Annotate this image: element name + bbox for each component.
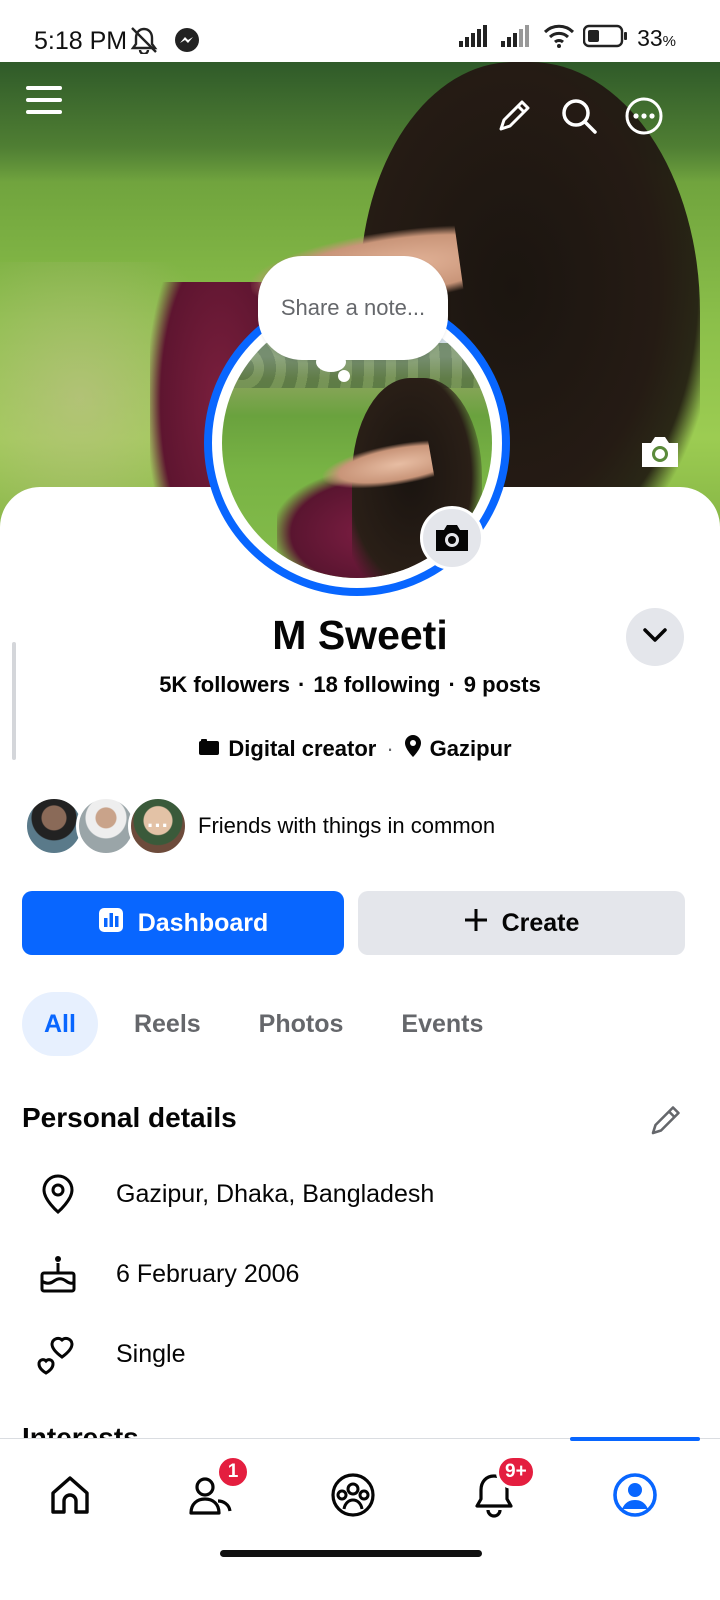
dashboard-label: Dashboard <box>137 908 269 937</box>
following-count[interactable]: 18 following <box>313 672 440 697</box>
friends-icon[interactable]: 1 <box>182 1455 250 1525</box>
mute-icon <box>128 26 160 59</box>
home-icon[interactable] <box>40 1465 100 1525</box>
battery-icon <box>582 24 629 53</box>
bottom-navigation: 1 9+ <box>0 1437 720 1600</box>
chevron-down-icon <box>642 627 668 648</box>
tab-photos[interactable]: Photos <box>237 992 366 1056</box>
detail-relationship: Single <box>36 1332 186 1376</box>
active-tab-indicator <box>570 1437 700 1441</box>
avatar <box>76 796 136 856</box>
detail-location-text: Gazipur, Dhaka, Bangladesh <box>116 1179 435 1208</box>
pencil-icon[interactable] <box>490 92 538 140</box>
friends-in-common[interactable]: ··· Friends with things in common <box>24 796 495 856</box>
profile-stats: 5K followers · 18 following · 9 posts <box>159 672 541 697</box>
edit-details-pencil-icon[interactable] <box>648 1102 684 1143</box>
more-friends-avatar: ··· <box>128 796 188 856</box>
avatar <box>24 796 84 856</box>
create-label: Create <box>501 908 580 937</box>
battery-percent: 33% <box>637 25 676 51</box>
wifi-icon <box>543 24 575 53</box>
posts-count[interactable]: 9 posts <box>464 672 541 697</box>
status-time: 5:18 PM <box>34 27 128 55</box>
relationship-heart-icon <box>36 1332 80 1376</box>
status-left-icons <box>128 26 200 59</box>
groups-icon[interactable] <box>323 1465 383 1525</box>
plus-icon <box>464 908 488 939</box>
share-note-bubble[interactable]: Share a note... <box>258 256 448 360</box>
profile-category: Digital creator <box>228 736 377 761</box>
notifications-badge: 9+ <box>496 1455 536 1489</box>
tab-all[interactable]: All <box>22 992 98 1056</box>
profile-meta: Digital creator · Gazipur <box>0 734 710 764</box>
home-indicator[interactable] <box>220 1550 482 1557</box>
create-button[interactable]: Create <box>358 891 685 955</box>
location-pin-icon <box>404 734 422 764</box>
share-note-placeholder: Share a note... <box>280 295 426 320</box>
category-icon <box>198 736 220 762</box>
profile-location: Gazipur <box>429 736 512 761</box>
avatar-camera-icon[interactable] <box>420 506 484 570</box>
dashboard-button[interactable]: Dashboard <box>22 891 344 955</box>
status-bar: 5:18 PM 33% <box>0 0 720 62</box>
profile-name: M Sweeti <box>272 612 448 658</box>
followers-count[interactable]: 5K followers <box>159 672 290 697</box>
location-icon <box>36 1172 80 1216</box>
detail-birthday: 6 February 2006 <box>36 1252 299 1296</box>
notifications-icon[interactable]: 9+ <box>464 1455 536 1525</box>
detail-relationship-text: Single <box>116 1339 186 1368</box>
tab-reels[interactable]: Reels <box>112 992 223 1056</box>
profile-icon[interactable] <box>605 1465 665 1525</box>
personal-details-title: Personal details <box>22 1102 237 1133</box>
birthday-cake-icon <box>36 1252 80 1296</box>
note-bubble-tail-dot <box>338 370 350 382</box>
interests-title: Interests <box>22 1422 139 1438</box>
dashboard-chart-icon <box>98 907 124 940</box>
friends-badge: 1 <box>216 1455 250 1489</box>
more-icon[interactable] <box>620 92 668 140</box>
search-icon[interactable] <box>555 92 603 140</box>
note-bubble-tail <box>316 352 346 372</box>
signal-icon <box>459 25 493 52</box>
menu-icon[interactable] <box>20 76 68 124</box>
tab-events[interactable]: Events <box>379 992 505 1056</box>
profile-dropdown-button[interactable] <box>626 608 684 666</box>
profile-tabs: All Reels Photos Events <box>22 992 519 1056</box>
messenger-icon <box>174 27 200 58</box>
status-right-icons: 33% <box>459 24 676 53</box>
camera-icon[interactable] <box>636 428 684 476</box>
signal-icon <box>501 25 535 52</box>
detail-location: Gazipur, Dhaka, Bangladesh <box>36 1172 434 1216</box>
detail-birthday-text: 6 February 2006 <box>116 1259 300 1288</box>
friends-common-text: Friends with things in common <box>198 813 496 838</box>
